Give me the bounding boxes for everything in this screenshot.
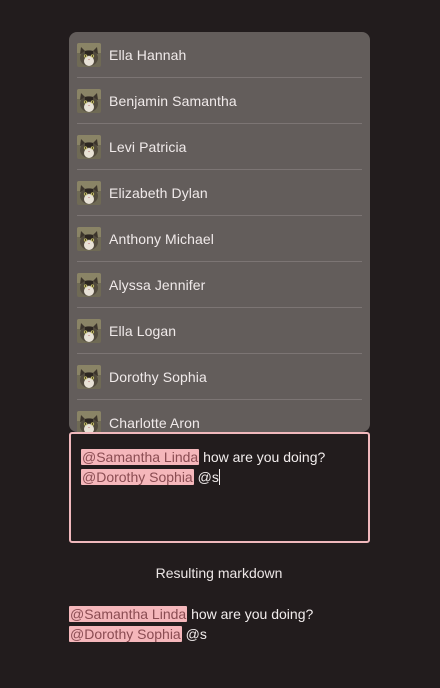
suggestion-name: Anthony Michael [109,230,215,247]
cat-avatar-icon [77,226,101,251]
mention-chip: @Dorothy Sophia [81,469,194,485]
suggestion-name: Ella Hannah [109,46,187,63]
suggestion-name: Dorothy Sophia [109,368,207,385]
suggestion-name: Benjamin Samantha [109,92,237,109]
cat-avatar-icon [77,88,101,113]
suggestion-item[interactable]: Anthony Michael [77,216,362,262]
mention-chip: @Samantha Linda [81,449,200,465]
mentions-demo: Ella Hannah Benjamin Samantha Levi Patri… [0,0,440,688]
mention-chip: @Dorothy Sophia [69,626,182,642]
suggestion-item[interactable]: Charlotte Aron [77,400,362,432]
result-text: @s [181,626,207,642]
result-text: how are you doing? [187,606,314,622]
editor-text: how are you doing? [199,449,326,465]
cat-avatar-icon [77,410,101,432]
suggestion-name: Ella Logan [109,322,177,339]
cat-avatar-icon [77,318,101,343]
cat-avatar-icon [77,364,101,389]
suggestion-item[interactable]: Ella Hannah [77,32,362,78]
suggestion-item[interactable]: Elizabeth Dylan [77,170,362,216]
mention-text-editor[interactable]: @Samantha Linda how are you doing? @Doro… [69,432,370,543]
suggestion-item[interactable]: Ella Logan [77,308,362,354]
cat-avatar-icon [77,180,101,205]
suggestion-item[interactable]: Dorothy Sophia [77,354,362,400]
suggestion-item[interactable]: Benjamin Samantha [77,78,362,124]
cat-avatar-icon [77,42,101,67]
suggestion-list: Ella Hannah Benjamin Samantha Levi Patri… [69,32,370,432]
suggestion-item[interactable]: Alyssa Jennifer [77,262,362,308]
suggestion-name: Charlotte Aron [109,414,200,431]
suggestion-name: Alyssa Jennifer [109,276,206,293]
text-caret [218,469,220,485]
mention-suggestions-popup[interactable]: Ella Hannah Benjamin Samantha Levi Patri… [69,32,370,432]
suggestion-name: Levi Patricia [109,138,187,155]
suggestion-name: Elizabeth Dylan [109,184,208,201]
editor-line: @Dorothy Sophia @s [81,468,220,486]
result-line: @Dorothy Sophia @s [69,625,207,643]
mention-chip: @Samantha Linda [69,606,188,622]
result-line: @Samantha Linda how are you doing? [69,605,313,623]
cat-avatar-icon [77,134,101,159]
cat-avatar-icon [77,272,101,297]
suggestion-item[interactable]: Levi Patricia [77,124,362,170]
result-heading: Resulting markdown [155,565,283,581]
editor-line: @Samantha Linda how are you doing? [81,448,325,466]
editor-text: @s [193,469,219,485]
